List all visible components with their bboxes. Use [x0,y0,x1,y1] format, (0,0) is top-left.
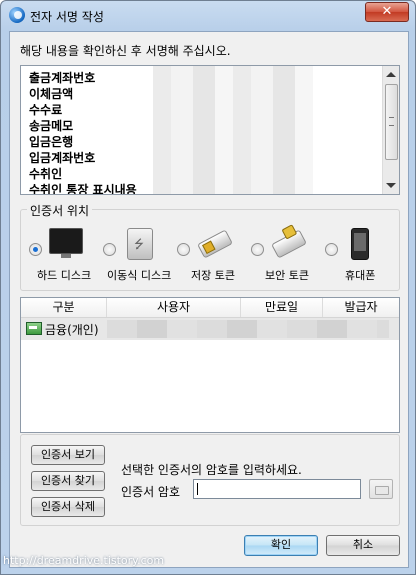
cert-type: 금융(개인) [45,323,99,337]
radio-mobile[interactable] [325,243,338,256]
list-item: 수수료 [29,103,63,117]
label-harddisk: 하드 디스크 [37,269,92,282]
cert-location-group: 인증서 위치 하드 디스크 이동식 디스크 저장 토큰 [20,202,400,291]
location-option-harddisk[interactable]: 하드 디스크 [29,222,99,284]
instruction-text: 해당 내용을 확인하신 후 서명해 주십시오. [20,44,231,58]
table-row[interactable]: 금융(개인) [21,318,399,340]
column-header[interactable]: 구분 [21,298,107,317]
list-item: 입금은행 [29,135,74,149]
scroll-down-icon[interactable] [386,183,396,188]
password-field[interactable] [193,479,361,499]
find-cert-button[interactable]: 인증서 찾기 [31,471,105,491]
certificate-icon [26,322,42,335]
redacted-values [153,66,313,194]
cert-table[interactable]: 구분 사용자 만료일 발급자 금융(개인) [20,297,400,433]
list-item: 수취인 [29,167,63,181]
scroll-up-icon[interactable] [386,72,396,77]
password-label: 인증서 암호 [121,485,181,499]
password-hint: 선택한 인증서의 암호를 입력하세요. [121,463,302,477]
text-caret [197,483,198,495]
radio-security-token[interactable] [251,243,264,256]
table-header: 구분 사용자 만료일 발급자 [21,298,399,318]
cancel-button[interactable]: 취소 [326,535,400,556]
watermark-text: http://dreamdrive.tistory.com [3,554,165,567]
radio-storage-token[interactable] [177,243,190,256]
list-item: 송금메모 [29,119,74,133]
location-option-storage-token[interactable]: 저장 토큰 [177,222,249,284]
redacted-cert-details [107,320,389,338]
radio-removable[interactable] [103,243,116,256]
ok-button[interactable]: 확인 [244,535,318,556]
column-header[interactable]: 만료일 [241,298,323,317]
scroll-thumb[interactable] [385,84,398,160]
sign-field-list: 출금계좌번호 이체금액 수수료 송금메모 입금은행 입금계좌번호 수취인 수취인… [29,70,137,195]
close-button[interactable]: ✕ [365,2,409,22]
column-header[interactable]: 발급자 [323,298,399,317]
list-item: 이체금액 [29,87,74,101]
cert-actions-group: 인증서 보기 인증서 찾기 인증서 삭제 선택한 인증서의 암호를 입력하세요.… [20,434,400,526]
label-security-token: 보안 토큰 [265,269,309,282]
window-title: 전자 서명 작성 [30,10,104,24]
column-header[interactable]: 사용자 [107,298,241,317]
sign-content-box[interactable]: 출금계좌번호 이체금액 수수료 송금메모 입금은행 입금계좌번호 수취인 수취인… [20,65,400,195]
vertical-scrollbar[interactable] [382,66,399,194]
label-removable: 이동식 디스크 [107,269,172,282]
location-option-security-token[interactable]: 보안 토큰 [251,222,323,284]
location-option-removable[interactable]: 이동식 디스크 [103,222,183,284]
cert-location-label: 인증서 위치 [27,202,93,219]
dialog-window: 전자 서명 작성 ✕ 해당 내용을 확인하신 후 서명해 주십시오. 출금계좌번… [0,0,416,575]
view-cert-button[interactable]: 인증서 보기 [31,445,105,465]
list-item: 입금계좌번호 [29,151,96,165]
dialog-body: 해당 내용을 확인하신 후 서명해 주십시오. 출금계좌번호 이체금액 수수료 … [9,31,409,568]
virtual-keyboard-icon[interactable] [369,479,393,499]
title-bar[interactable]: 전자 서명 작성 ✕ [1,1,415,31]
delete-cert-button[interactable]: 인증서 삭제 [31,497,105,517]
label-mobile: 휴대폰 [345,269,376,282]
location-option-mobile[interactable]: 휴대폰 [325,222,393,284]
monitor-icon [49,228,83,258]
radio-harddisk[interactable] [29,243,42,256]
list-item: 수취인 통장 표시내용 [29,183,137,195]
app-logo-icon [9,7,25,23]
list-item: 출금계좌번호 [29,71,96,85]
label-storage-token: 저장 토큰 [191,269,235,282]
